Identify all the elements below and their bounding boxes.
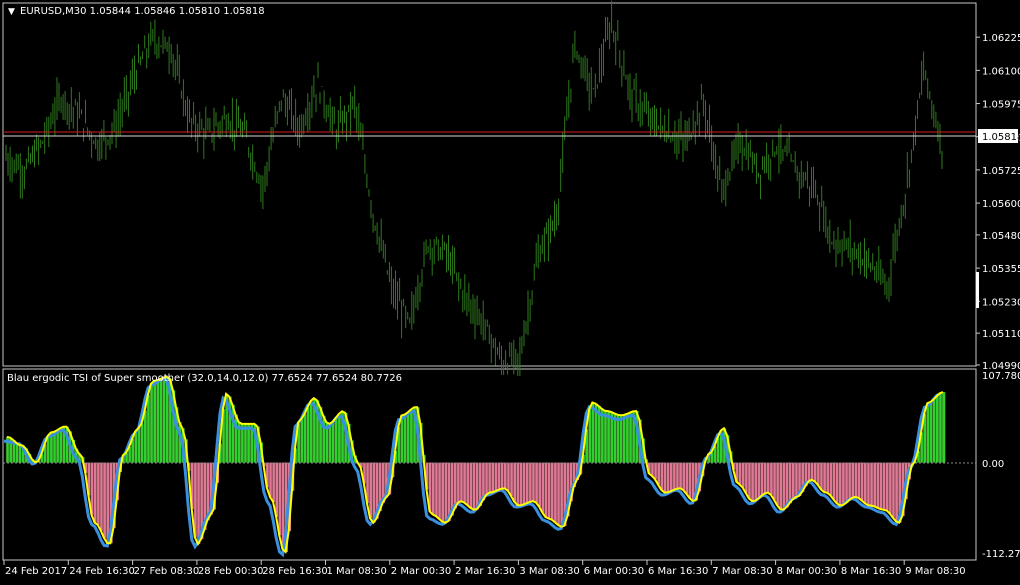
histogram-fill [554, 463, 557, 523]
time-tick-label: 6 Mar 00:30 [584, 566, 644, 577]
histogram-fill [369, 463, 372, 519]
histogram-fill [739, 463, 742, 485]
histogram-fill [410, 410, 413, 463]
histogram-fill [523, 463, 526, 505]
histogram-fill [163, 378, 166, 463]
histogram-fill [278, 463, 281, 536]
histogram-fill [544, 463, 547, 517]
price-tick-label: 1.05480 [982, 231, 1020, 242]
histogram-fill [811, 463, 814, 480]
indicator-axis-min: -112.2761 [982, 549, 1020, 560]
histogram-fill [616, 415, 619, 463]
current-price-label: 1.05818 [982, 132, 1020, 143]
histogram-fill [328, 424, 331, 463]
histogram-fill [472, 463, 475, 510]
time-axis: 24 Feb 201724 Feb 16:3027 Feb 08:3028 Fe… [4, 560, 966, 577]
histogram-fill [400, 416, 403, 463]
price-tick-label: 1.06100 [982, 66, 1020, 77]
histogram-fill [535, 463, 538, 503]
scroll-marker[interactable] [976, 272, 979, 308]
price-tick-label: 1.05725 [982, 166, 1020, 177]
time-tick-label: 7 Mar 08:30 [712, 566, 772, 577]
histogram-fill [873, 463, 876, 507]
histogram-fill [307, 407, 310, 462]
histogram-fill [688, 463, 691, 498]
time-tick-label: 3 Mar 08:30 [519, 566, 579, 577]
histogram-fill [103, 463, 106, 538]
indicator-axis-max: 107.7808 [982, 371, 1020, 382]
histogram-fill [823, 463, 826, 493]
time-tick-label: 28 Feb 00:30 [198, 566, 264, 577]
price-tick-label: 1.05355 [982, 264, 1020, 275]
time-tick-label: 6 Mar 16:30 [648, 566, 708, 577]
indicator-title: Blau ergodic TSI of Super smoother (32.0… [7, 373, 402, 384]
time-tick-label: 28 Feb 16:30 [262, 566, 328, 577]
time-tick-label: 1 Mar 08:30 [327, 566, 387, 577]
histogram-fill [441, 463, 444, 522]
price-candles [6, 1, 942, 377]
histogram-fill [864, 463, 867, 504]
histogram-fill [760, 463, 763, 496]
histogram-fill [667, 463, 670, 493]
histogram-fill [513, 463, 516, 502]
histogram-fill [854, 463, 857, 497]
histogram-fill [134, 431, 137, 462]
histogram-fill [432, 463, 435, 515]
histogram-fill [144, 411, 147, 463]
histogram-fill [792, 463, 795, 500]
time-tick-label: 8 Mar 00:30 [777, 566, 837, 577]
time-tick-label: 8 Mar 16:30 [841, 566, 901, 577]
histogram-fill [782, 463, 785, 510]
price-axis: 1.062251.061001.059751.058501.057251.056… [976, 33, 1020, 372]
time-tick-label: 24 Feb 2017 [5, 566, 67, 577]
histogram-fill [657, 463, 660, 485]
time-tick-label: 2 Mar 00:30 [391, 566, 451, 577]
histogram-fill [895, 463, 898, 522]
histogram-fill [463, 463, 466, 503]
symbol-arrow-icon[interactable]: ▼ [8, 7, 15, 17]
time-tick-label: 2 Mar 16:30 [455, 566, 515, 577]
price-tick-label: 1.05975 [982, 100, 1020, 111]
price-tick-label: 1.05600 [982, 199, 1020, 210]
histogram-fill [942, 392, 945, 462]
histogram-fill [842, 463, 845, 506]
histogram-fill [504, 463, 507, 489]
histogram-fill [751, 463, 754, 502]
histogram-fill [936, 396, 939, 462]
chart-svg: ▼ EURUSD,M30 1.05844 1.05846 1.05810 1.0… [0, 0, 1020, 581]
histogram-fill [832, 463, 835, 500]
time-tick-label: 9 Mar 08:30 [905, 566, 965, 577]
histogram-fill [338, 414, 341, 463]
histogram-fill [883, 463, 886, 510]
histogram-fill [770, 463, 773, 495]
histogram-fill [626, 414, 629, 463]
histogram-fill [926, 403, 929, 462]
time-tick-label: 27 Feb 08:30 [134, 566, 200, 577]
price-tick-label: 1.05110 [982, 329, 1020, 340]
histogram-fill [153, 381, 156, 463]
price-tick-label: 1.05230 [982, 297, 1020, 308]
time-tick-label: 24 Feb 16:30 [69, 566, 135, 577]
chart-root: ▼ EURUSD,M30 1.05844 1.05846 1.05810 1.0… [0, 0, 1020, 581]
histogram-fill [494, 463, 497, 492]
histogram-fill [679, 463, 682, 489]
symbol-header: EURUSD,M30 1.05844 1.05846 1.05810 1.058… [20, 6, 265, 17]
price-tick-label: 1.06225 [982, 33, 1020, 44]
histogram-fill [607, 411, 610, 462]
indicator-axis-zero: 0.00 [982, 459, 1004, 470]
